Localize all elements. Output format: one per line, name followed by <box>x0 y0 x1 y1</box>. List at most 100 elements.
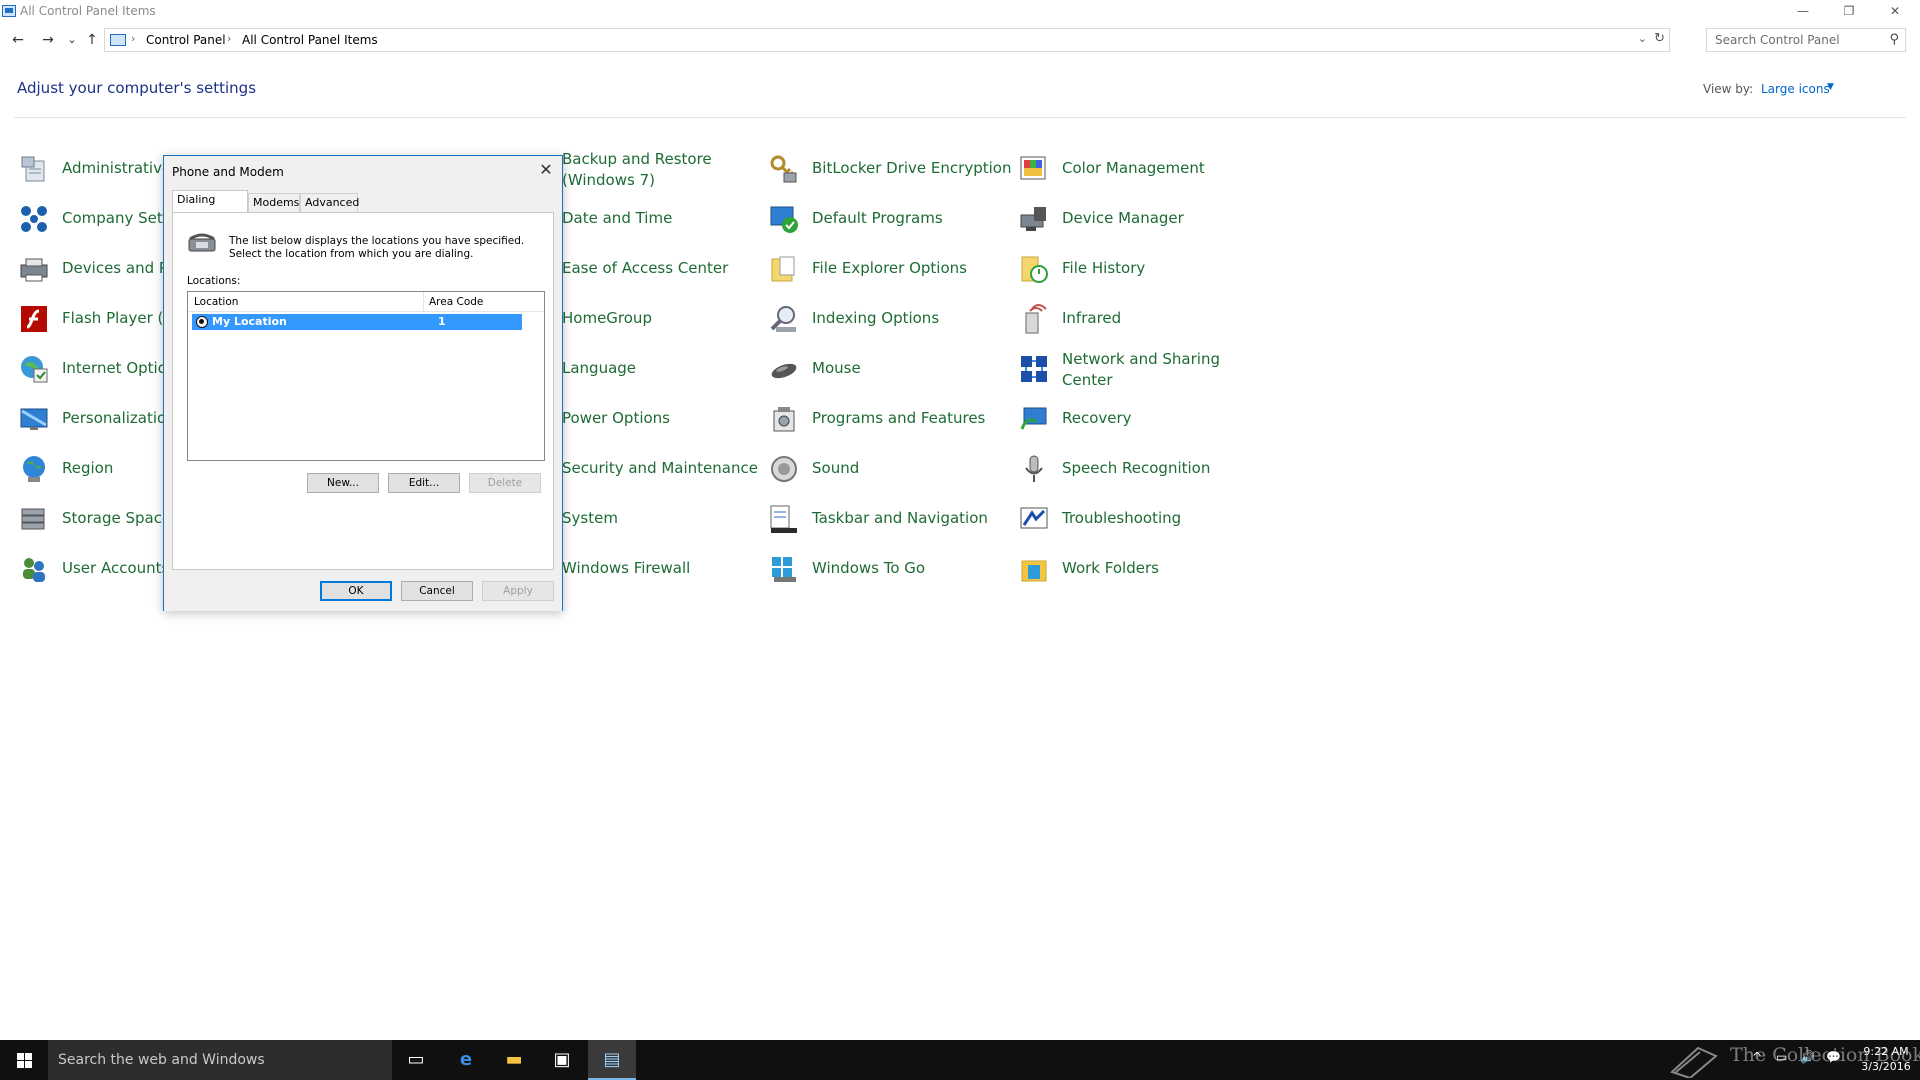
item-file-history[interactable]: File History <box>1018 247 1258 291</box>
file-explorer-options-icon <box>771 256 795 282</box>
taskbar-search[interactable] <box>48 1040 392 1080</box>
column-header-area-code[interactable]: Area Code <box>429 296 483 308</box>
address-bar[interactable]: › Control Panel › All Control Panel Item… <box>104 28 1670 52</box>
control-panel-icon <box>2 5 16 17</box>
flash-player-icon <box>21 306 47 332</box>
address-row: ← → ⌄ ↑ › Control Panel › All Control Pa… <box>0 26 1920 54</box>
back-button[interactable]: ← <box>8 30 28 50</box>
search-icon[interactable]: ⚲ <box>1889 32 1899 47</box>
apply-button[interactable]: Apply <box>482 581 554 601</box>
delete-button[interactable]: Delete <box>469 473 541 493</box>
up-button[interactable]: ↑ <box>82 30 102 50</box>
ok-button[interactable]: OK <box>320 581 392 601</box>
breadcrumb-all-items[interactable]: All Control Panel Items <box>242 33 378 47</box>
item-label: Troubleshooting <box>1062 509 1182 527</box>
item-infrared[interactable]: Infrared <box>1018 297 1258 341</box>
refresh-icon[interactable]: ↻ <box>1654 31 1665 46</box>
item-color-management[interactable]: Color Management <box>1018 147 1258 191</box>
taskbar: ▭ e ▬ ▣ ▤ The Collection Book ^ ▭ 🔊 💬 9:… <box>0 1040 1920 1080</box>
volume-icon[interactable]: 🔊 <box>1800 1050 1815 1064</box>
item-label: Security and Maintenance <box>562 459 758 477</box>
divider <box>14 117 1906 118</box>
item-speech-recognition[interactable]: Speech Recognition <box>1018 447 1258 491</box>
network-icon[interactable]: ▭ <box>1776 1050 1787 1064</box>
item-label: Storage Spaces <box>62 509 179 527</box>
address-dropdown-icon[interactable]: ⌄ <box>1638 32 1647 45</box>
dialog-body: Dialing Rules Modems Advanced The list b… <box>164 188 562 611</box>
search-input[interactable] <box>1715 30 1885 50</box>
show-hidden-icons[interactable]: ^ <box>1752 1050 1762 1064</box>
minimize-button[interactable]: — <box>1780 0 1826 22</box>
item-device-manager[interactable]: Device Manager <box>1018 197 1258 241</box>
table-row[interactable]: My Location 1 <box>192 314 522 330</box>
item-indexing-options[interactable]: Indexing Options <box>768 297 1008 341</box>
item-troubleshooting[interactable]: Troubleshooting <box>1018 497 1258 541</box>
item-file-explorer-options[interactable]: File Explorer Options <box>768 247 1008 291</box>
restore-button[interactable]: ❐ <box>1826 0 1872 22</box>
internet-options-icon <box>21 356 48 383</box>
selected-location-radio[interactable] <box>196 316 208 328</box>
new-button[interactable]: New... <box>307 473 379 493</box>
programs-features-icon <box>773 407 795 432</box>
item-mouse[interactable]: Mouse <box>768 347 1008 391</box>
start-button[interactable] <box>0 1040 48 1080</box>
windows-logo-icon <box>25 1053 32 1060</box>
item-programs-features[interactable]: Programs and Features <box>768 397 1008 441</box>
taskbar-search-input[interactable] <box>58 1050 378 1070</box>
tab-advanced[interactable]: Advanced <box>300 193 359 212</box>
locations-list[interactable]: Location Area Code My Location 1 <box>187 291 545 461</box>
item-label: Mouse <box>812 359 861 377</box>
user-accounts-icon <box>23 558 45 582</box>
column-divider[interactable] <box>423 292 424 312</box>
cancel-button[interactable]: Cancel <box>401 581 473 601</box>
action-center-icon[interactable]: 💬 <box>1826 1050 1841 1064</box>
region-icon <box>23 456 45 482</box>
administrative-tools-icon <box>21 156 45 182</box>
item-label: Ease of Access Center <box>562 259 729 277</box>
item-windows-to-go[interactable]: Windows To Go <box>768 547 1008 591</box>
item-bitlocker[interactable]: BitLocker Drive Encryption <box>768 147 1011 191</box>
clock-time: 9:22 AM <box>1863 1045 1909 1058</box>
chevron-down-icon[interactable]: ▼ <box>1827 82 1834 92</box>
file-explorer-icon[interactable]: ▬ <box>490 1040 538 1080</box>
work-folders-icon <box>1021 560 1047 582</box>
item-label: Language <box>562 359 637 377</box>
store-icon[interactable]: ▣ <box>538 1040 586 1080</box>
windows-logo-icon <box>17 1053 24 1060</box>
forward-button[interactable]: → <box>38 30 58 50</box>
item-default-programs[interactable]: Default Programs <box>768 197 1008 241</box>
item-recovery[interactable]: Recovery <box>1018 397 1258 441</box>
personalization-icon <box>20 408 48 430</box>
edge-browser-icon[interactable]: e <box>442 1040 490 1080</box>
bitlocker-icon <box>770 155 797 183</box>
recovery-icon <box>1020 407 1047 430</box>
item-label: Date and Time <box>562 209 673 227</box>
file-history-icon <box>1021 256 1048 283</box>
view-by-dropdown[interactable]: Large icons <box>1761 82 1830 96</box>
column-header-location[interactable]: Location <box>194 296 238 308</box>
control-panel-taskbar-icon[interactable]: ▤ <box>588 1040 636 1080</box>
item-network-sharing[interactable]: Network and Sharing Center <box>1018 347 1258 391</box>
breadcrumb-separator: › <box>227 32 232 45</box>
tab-dialing-rules[interactable]: Dialing Rules <box>172 190 248 224</box>
dialing-rules-panel: The list below displays the locations yo… <box>172 212 554 570</box>
dialog-close-button[interactable]: ✕ <box>536 160 556 179</box>
item-label: Recovery <box>1062 409 1132 427</box>
task-view-icon[interactable]: ▭ <box>392 1040 440 1080</box>
item-sound[interactable]: Sound <box>768 447 1008 491</box>
item-work-folders[interactable]: Work Folders <box>1018 547 1258 591</box>
recent-locations-button[interactable]: ⌄ <box>62 30 82 50</box>
network-sharing-icon <box>1021 356 1047 382</box>
item-label: Work Folders <box>1062 559 1159 577</box>
close-window-button[interactable]: ✕ <box>1872 0 1918 22</box>
item-label: Indexing Options <box>812 309 940 327</box>
item-label: Personalization <box>62 409 176 427</box>
breadcrumb-control-panel[interactable]: Control Panel <box>146 33 226 47</box>
search-box[interactable]: ⚲ <box>1706 28 1906 52</box>
telephone-icon <box>188 233 216 252</box>
item-taskbar-navigation[interactable]: Taskbar and Navigation <box>768 497 1008 541</box>
tab-modems[interactable]: Modems <box>248 193 300 212</box>
clock[interactable]: 9:22 AM 3/3/2016 <box>1856 1044 1916 1074</box>
edit-button[interactable]: Edit... <box>388 473 460 493</box>
item-label: Speech Recognition <box>1062 459 1211 477</box>
